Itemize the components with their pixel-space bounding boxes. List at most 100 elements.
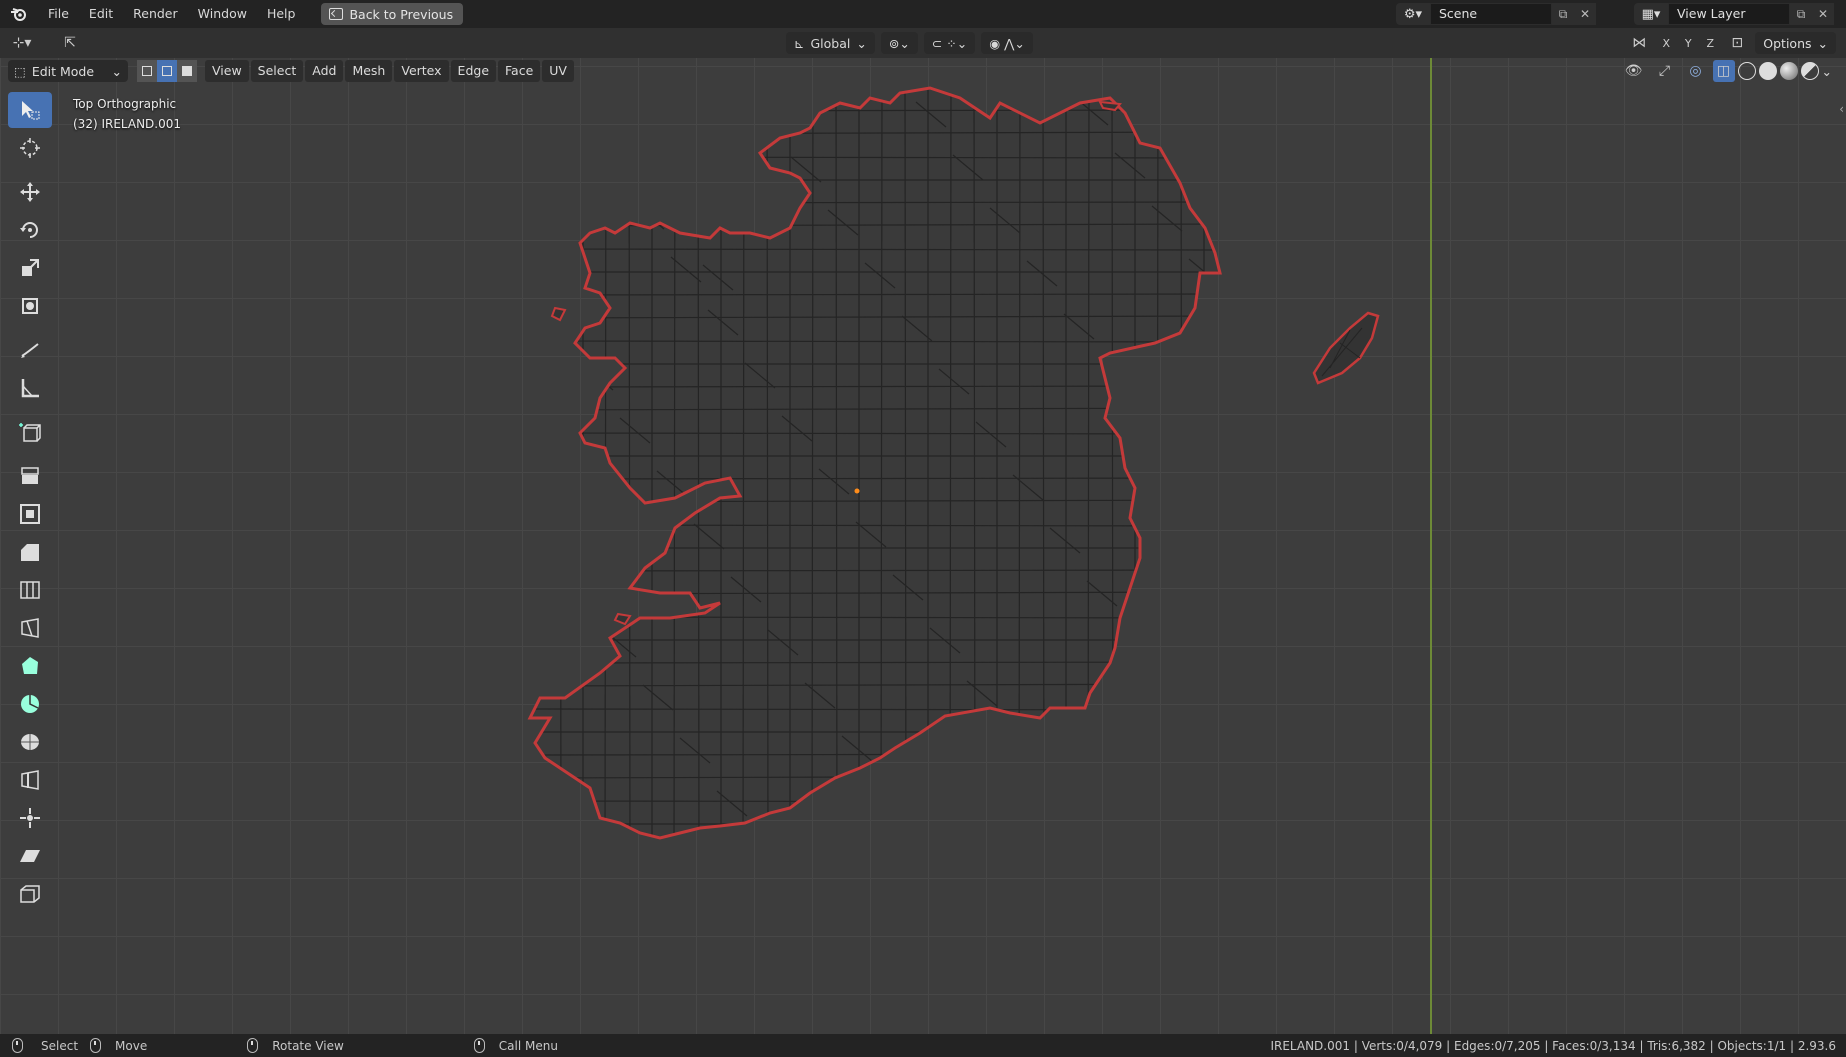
transform-icon[interactable] — [8, 288, 52, 324]
gizmo-icon[interactable]: ⤢ — [1651, 60, 1679, 82]
visibility-icon[interactable]: 👁 — [1620, 60, 1648, 82]
mesh-fill-group — [520, 88, 1256, 847]
chevron-down-icon: ⌄ — [111, 63, 122, 79]
remove-scene-icon[interactable]: ✕ — [1574, 3, 1596, 25]
scale-icon[interactable] — [8, 250, 52, 286]
menu-uv[interactable]: UV — [542, 60, 574, 82]
editor-type-icon[interactable]: ⊹▾ — [8, 32, 36, 54]
sidebar-toggle-icon[interactable]: ‹ — [1839, 102, 1844, 116]
snap-dropdown[interactable]: ⊂ ⁘⌄ — [923, 32, 976, 54]
mesh-edge — [520, 846, 1240, 847]
menu-file[interactable]: File — [38, 3, 79, 25]
top-bar: File Edit Render Window Help Back to Pre… — [0, 0, 1846, 28]
view-layer-icon[interactable]: ▦▾ — [1634, 3, 1668, 25]
overlays-icon[interactable]: ◎ — [1682, 60, 1710, 82]
new-scene-icon[interactable]: ⧉ — [1552, 3, 1574, 25]
face-select-icon[interactable] — [177, 60, 197, 82]
poly-build-icon[interactable] — [8, 648, 52, 684]
rip-icon[interactable] — [8, 876, 52, 912]
status-call-menu: Call Menu — [473, 1038, 558, 1053]
transform-orientation-dropdown[interactable]: ⊾ Global ⌄ — [786, 32, 875, 54]
edit-mode-icon: ⬚ — [14, 63, 26, 79]
mesh-wireframe[interactable] — [0, 58, 1846, 1034]
select-box-icon[interactable] — [8, 92, 52, 128]
smooth-icon[interactable] — [8, 724, 52, 760]
options-label: Options — [1763, 35, 1812, 51]
edge-select-icon[interactable] — [157, 60, 177, 82]
spin-icon[interactable] — [8, 686, 52, 722]
mouse-left-icon — [12, 1038, 23, 1053]
menu-edit[interactable]: Edit — [79, 3, 123, 25]
material-shading-icon[interactable] — [1779, 62, 1798, 80]
menu-edge[interactable]: Edge — [450, 60, 497, 82]
status-select: Select — [12, 1038, 78, 1053]
mesh-edge — [1226, 312, 1256, 337]
wireframe-shading-icon[interactable] — [1737, 62, 1756, 80]
menu-view[interactable]: View — [205, 60, 249, 82]
select-tool-icon[interactable]: ⇱ — [56, 32, 84, 54]
shrink-fatten-icon[interactable] — [8, 800, 52, 836]
axis-x-toggle[interactable]: X — [1657, 32, 1675, 54]
bevel-icon[interactable] — [8, 534, 52, 570]
object-origin — [854, 488, 860, 494]
orientation-label: Global — [810, 35, 851, 51]
menu-face[interactable]: Face — [498, 60, 541, 82]
object-name: (32) IRELAND.001 — [73, 117, 182, 131]
proportional-editing-dropdown[interactable]: ◉ ⋀⌄ — [981, 32, 1033, 54]
status-call-menu-label: Call Menu — [498, 1038, 558, 1053]
view-layer-name-field[interactable]: View Layer — [1668, 3, 1790, 25]
add-cube-icon[interactable] — [8, 414, 52, 450]
mouse-right-icon — [473, 1038, 485, 1053]
menu-render[interactable]: Render — [123, 3, 188, 25]
back-to-previous-button[interactable]: Back to Previous — [321, 3, 464, 25]
rendered-shading-icon[interactable] — [1800, 62, 1819, 80]
axis-z-toggle[interactable]: Z — [1701, 32, 1719, 54]
rotate-icon[interactable] — [8, 212, 52, 248]
axis-y-toggle[interactable]: Y — [1679, 32, 1697, 54]
pivot-point-dropdown[interactable]: ⊚⌄ — [880, 32, 918, 54]
xray-icon[interactable]: ◫ — [1712, 60, 1735, 82]
menu-mesh[interactable]: Mesh — [345, 60, 393, 82]
mesh-edge — [1197, 739, 1220, 766]
mesh-edge — [1123, 633, 1155, 660]
new-view-layer-icon[interactable]: ⧉ — [1790, 3, 1812, 25]
status-move-label: Move — [115, 1038, 148, 1053]
mesh-edge — [530, 109, 1220, 112]
mesh-edge — [1174, 472, 1206, 499]
vertex-select-icon[interactable] — [137, 60, 157, 82]
mesh-edge — [568, 578, 600, 605]
extrude-icon[interactable] — [8, 458, 52, 494]
menu-vertex[interactable]: Vertex — [394, 60, 449, 82]
auto-merge-icon[interactable]: ⊡ — [1723, 32, 1751, 54]
scene-name-field[interactable]: Scene — [1430, 3, 1552, 25]
mesh-edge — [753, 103, 785, 130]
measure-icon[interactable] — [8, 370, 52, 406]
chevron-down-icon[interactable]: ⌄ — [1822, 64, 1832, 79]
3d-viewport[interactable]: ⬚ Edit Mode ⌄ View Select Add Mesh Verte… — [0, 58, 1846, 1034]
scene-icon[interactable]: ⚙▾ — [1396, 3, 1430, 25]
remove-view-layer-icon[interactable]: ✕ — [1812, 3, 1834, 25]
options-dropdown[interactable]: Options ⌄ — [1755, 32, 1836, 54]
mirror-icon[interactable]: ⋈ — [1625, 32, 1653, 54]
blender-logo-icon[interactable] — [0, 0, 38, 28]
shear-icon[interactable] — [8, 838, 52, 874]
menu-add[interactable]: Add — [305, 60, 344, 82]
move-icon[interactable] — [8, 174, 52, 210]
status-bar: Select Move Rotate View Call Menu IRELAN… — [0, 1034, 1846, 1057]
chevron-down-icon: ⌄ — [856, 35, 867, 51]
mode-dropdown[interactable]: ⬚ Edit Mode ⌄ — [8, 60, 128, 82]
mode-label: Edit Mode — [31, 63, 95, 79]
status-move: Move — [90, 1038, 147, 1053]
mesh-edge — [628, 158, 660, 185]
menu-select[interactable]: Select — [250, 60, 304, 82]
solid-shading-icon[interactable] — [1758, 62, 1777, 80]
edge-slide-icon[interactable] — [8, 762, 52, 798]
menu-window[interactable]: Window — [188, 3, 257, 25]
small-island — [1098, 100, 1122, 112]
inset-icon[interactable] — [8, 496, 52, 532]
annotate-icon[interactable] — [8, 332, 52, 368]
loop-cut-icon[interactable] — [8, 572, 52, 608]
menu-help[interactable]: Help — [257, 3, 306, 25]
cursor-icon[interactable] — [8, 130, 52, 166]
knife-icon[interactable] — [8, 610, 52, 646]
